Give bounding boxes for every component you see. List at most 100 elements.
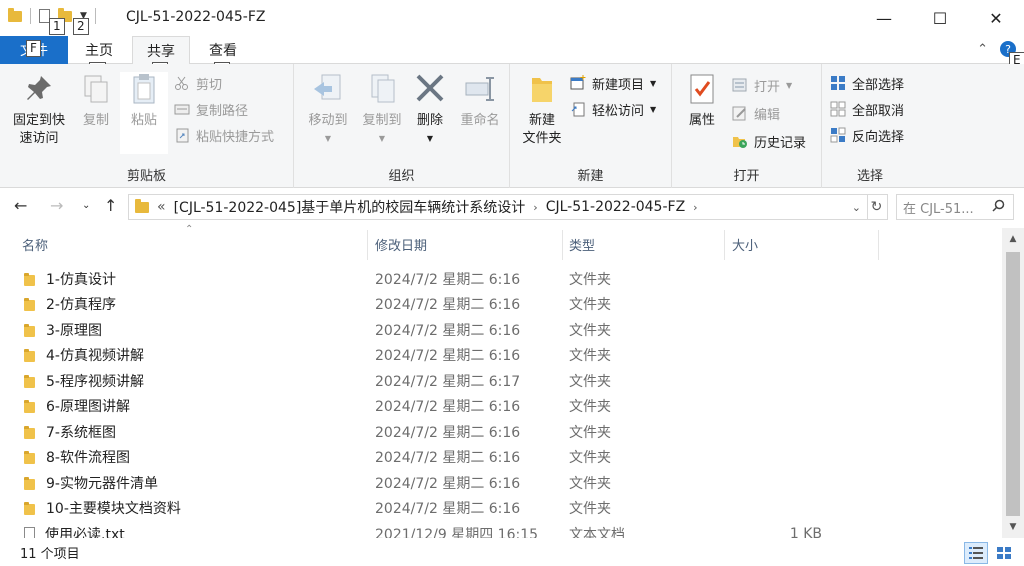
breadcrumb-chevron-icon[interactable]: › (693, 201, 697, 214)
file-name-cell[interactable]: 7-系统框图 (24, 422, 116, 442)
tab-share[interactable]: 共享 (132, 36, 190, 65)
invert-selection-button[interactable]: 反向选择 (830, 124, 904, 146)
file-row[interactable]: 使用必读.txt 2021/12/9 星期四 16:15 文本文档 1 KB (0, 521, 1000, 538)
scroll-down-arrow-icon[interactable]: ▼ (1002, 518, 1024, 536)
new-item-button[interactable]: 新建项目 ▼ (570, 72, 656, 94)
copy-to-button[interactable]: 复制到 ▼ (354, 72, 410, 148)
delete-x-icon (414, 72, 446, 106)
column-divider[interactable] (367, 230, 368, 260)
file-row[interactable]: 6-原理图讲解 2024/7/2 星期二 6:16 文件夹 (0, 394, 1000, 420)
easy-access-button[interactable]: 轻松访问 ▼ (570, 98, 656, 120)
group-open: 属性 打开 ▼ 编辑 历史记录 打开 (672, 64, 822, 188)
folder-icon (24, 297, 36, 312)
file-name-cell[interactable]: 1-仿真设计 (24, 269, 116, 289)
file-name-cell[interactable]: 8-软件流程图 (24, 447, 130, 467)
vertical-scrollbar[interactable]: ▲ ▼ (1002, 228, 1024, 538)
recent-locations-chevron-icon[interactable]: ⌄ (82, 200, 90, 211)
file-row[interactable]: 7-系统框图 2024/7/2 星期二 6:16 文件夹 (0, 419, 1000, 445)
tab-home[interactable]: 主页 (70, 36, 128, 64)
file-row[interactable]: 2-仿真程序 2024/7/2 星期二 6:16 文件夹 (0, 292, 1000, 318)
open-button[interactable]: 打开 ▼ (732, 74, 792, 96)
paste-button[interactable]: 粘贴 (120, 72, 168, 154)
select-none-button[interactable]: 全部取消 (830, 98, 904, 120)
address-bar[interactable]: « [CJL-51-2022-045]基于单片机的校园车辆统计系统设计 › CJ… (128, 194, 868, 220)
file-date: 2024/7/2 星期二 6:16 (375, 271, 521, 288)
file-date: 2024/7/2 星期二 6:16 (375, 501, 521, 518)
rename-button[interactable]: 重命名 (454, 72, 506, 130)
file-type: 文本文档 (569, 526, 625, 538)
file-name-cell[interactable]: 3-原理图 (24, 320, 102, 340)
file-row[interactable]: 8-软件流程图 2024/7/2 星期二 6:16 文件夹 (0, 445, 1000, 471)
paste-shortcut-icon (174, 127, 190, 143)
copy-path-button[interactable]: 复制路径 (174, 98, 248, 120)
divider (94, 8, 96, 24)
history-button[interactable]: 历史记录 (732, 130, 806, 152)
move-to-button[interactable]: 移动到 ▼ (300, 72, 356, 148)
column-header-date[interactable]: 修改日期 (375, 226, 427, 262)
address-history-chevron-icon[interactable]: ⌄ (852, 201, 861, 214)
status-bar: 11 个项目 (0, 538, 1024, 566)
column-divider[interactable] (724, 230, 725, 260)
file-row[interactable]: 9-实物元器件清单 2024/7/2 星期二 6:16 文件夹 (0, 470, 1000, 496)
file-type: 文件夹 (569, 501, 611, 518)
file-row[interactable]: 10-主要模块文档资料 2024/7/2 星期二 6:16 文件夹 (0, 496, 1000, 522)
breadcrumb-current[interactable]: CJL-51-2022-045-FZ (546, 199, 685, 215)
new-folder-button[interactable]: 新建 文件夹 (516, 72, 568, 148)
scroll-up-arrow-icon[interactable]: ▲ (1002, 230, 1024, 248)
large-icons-view-icon[interactable] (992, 542, 1016, 564)
delete-button[interactable]: 删除 ▼ (412, 72, 448, 148)
file-row[interactable]: 5-程序视频讲解 2024/7/2 星期二 6:17 文件夹 (0, 368, 1000, 394)
back-arrow-icon[interactable]: ← (14, 196, 27, 215)
search-input[interactable]: 在 CJL-51... (896, 194, 1014, 220)
file-name-cell[interactable]: 使用必读.txt (24, 524, 125, 538)
copy-button[interactable]: 复制 (76, 72, 116, 130)
file-row[interactable]: 1-仿真设计 2024/7/2 星期二 6:16 文件夹 (0, 266, 1000, 292)
cut-button[interactable]: 剪切 (174, 72, 222, 94)
column-header-name[interactable]: 名称 (22, 226, 48, 262)
address-row: ← → ⌄ ↑ « [CJL-51-2022-045]基于单片机的校园车辆统计系… (0, 188, 1024, 226)
pin-quick-access-button[interactable]: 固定到快 速访问 (6, 72, 72, 148)
folder-icon (24, 450, 36, 465)
maximize-button[interactable]: ☐ (912, 0, 968, 36)
file-row[interactable]: 3-原理图 2024/7/2 星期二 6:16 文件夹 (0, 317, 1000, 343)
scrollbar-thumb[interactable] (1006, 252, 1020, 516)
column-header-size[interactable]: 大小 (732, 226, 758, 262)
close-button[interactable]: ✕ (968, 0, 1024, 36)
details-view-icon[interactable] (964, 542, 988, 564)
file-type: 文件夹 (569, 322, 611, 339)
properties-button[interactable]: 属性 (682, 72, 722, 130)
file-name-cell[interactable]: 2-仿真程序 (24, 294, 116, 314)
tab-view[interactable]: 查看 (194, 36, 252, 64)
ribbon-tabs: 文件 主页 共享 查看 ⌃ ? (0, 36, 1024, 65)
edit-button[interactable]: 编辑 (732, 102, 780, 124)
file-type: 文件夹 (569, 424, 611, 441)
breadcrumb-project[interactable]: [CJL-51-2022-045]基于单片机的校园车辆统计系统设计 (174, 197, 526, 217)
breadcrumb-overflow[interactable]: « (157, 199, 166, 215)
column-divider[interactable] (562, 230, 563, 260)
file-name-cell[interactable]: 4-仿真视频讲解 (24, 345, 144, 365)
column-divider[interactable] (878, 230, 879, 260)
group-label-organize: 组织 (388, 169, 415, 184)
refresh-icon[interactable]: ↻ (866, 194, 888, 220)
sort-ascending-icon: ⌃ (185, 224, 194, 235)
group-organize: 移动到 ▼ 复制到 ▼ 删除 ▼ 重命名 组织 (294, 64, 510, 188)
file-row[interactable]: 4-仿真视频讲解 2024/7/2 星期二 6:16 文件夹 (0, 343, 1000, 369)
file-date: 2024/7/2 星期二 6:16 (375, 297, 521, 314)
expand-ribbon-chevron-icon[interactable]: ⌃ (977, 42, 988, 57)
file-name-cell[interactable]: 9-实物元器件清单 (24, 473, 158, 493)
select-all-button[interactable]: 全部选择 (830, 72, 904, 94)
up-arrow-icon[interactable]: ↑ (104, 196, 117, 215)
properties-label: 属性 (688, 113, 715, 128)
file-name-cell[interactable]: 5-程序视频讲解 (24, 371, 144, 391)
file-name-cell[interactable]: 10-主要模块文档资料 (24, 498, 181, 518)
minimize-button[interactable]: — (856, 0, 912, 36)
invert-selection-label: 反向选择 (852, 129, 905, 145)
breadcrumb-chevron-icon[interactable]: › (533, 201, 537, 214)
forward-arrow-icon[interactable]: → (50, 196, 63, 215)
easy-access-label: 轻松访问 (592, 103, 645, 119)
column-header-type[interactable]: 类型 (569, 226, 595, 262)
file-name: 1-仿真设计 (46, 271, 116, 288)
file-name-cell[interactable]: 6-原理图讲解 (24, 396, 130, 416)
easy-access-icon (570, 101, 586, 117)
paste-shortcut-button[interactable]: 粘贴快捷方式 (174, 124, 274, 146)
